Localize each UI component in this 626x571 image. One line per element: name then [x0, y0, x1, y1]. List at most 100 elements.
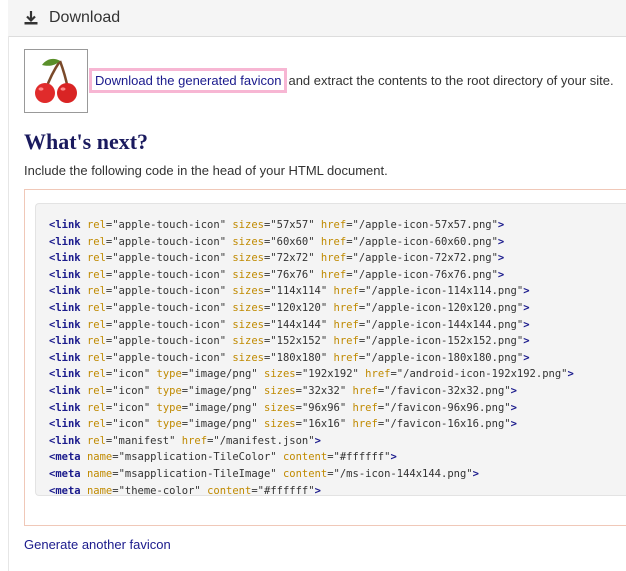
code-tag: <link — [49, 252, 81, 265]
code-attr-value: "apple-touch-icon" — [112, 252, 227, 265]
code-attr-value: "192x192" — [301, 368, 359, 381]
code-attr-value: "image/png" — [188, 418, 258, 431]
code-attr-value: "apple-touch-icon" — [112, 219, 227, 231]
cherry-icon — [35, 58, 77, 103]
code-attr-name: rel — [86, 335, 106, 348]
code-attr-value: "apple-touch-icon" — [112, 335, 227, 348]
code-line: <link rel="apple-touch-icon" sizes="60x6… — [49, 234, 626, 251]
code-line: <link rel="icon" type="image/png" sizes=… — [49, 400, 626, 417]
code-line: <link rel="icon" type="image/png" sizes=… — [49, 416, 626, 433]
code-attr-name: rel — [86, 318, 106, 331]
code-attr-value: "icon" — [112, 418, 151, 431]
code-line: <link rel="apple-touch-icon" sizes="72x7… — [49, 250, 626, 267]
code-attr-name: sizes — [264, 368, 296, 381]
code-tag-close: > — [390, 451, 397, 464]
code-attr-name: sizes — [264, 401, 296, 414]
code-attr-value: "/apple-icon-144x144.png" — [365, 318, 524, 331]
code-block[interactable]: <link rel="apple-touch-icon" sizes="57x5… — [35, 203, 626, 497]
code-tag: <link — [49, 268, 81, 281]
code-tag-close: > — [314, 484, 321, 497]
code-attr-name: rel — [86, 368, 106, 381]
code-attr-value: "120x120" — [270, 301, 328, 314]
code-tag: <meta — [49, 451, 81, 464]
code-attr-name: sizes — [232, 318, 264, 331]
code-line: <meta name="msapplication-TileColor" con… — [49, 449, 626, 466]
code-tag: <link — [49, 418, 81, 431]
code-tag: <link — [49, 235, 81, 248]
code-tag-close: > — [523, 285, 530, 298]
code-tag-close: > — [497, 252, 505, 265]
panel-left-border — [8, 36, 9, 571]
code-line: <link rel="apple-touch-icon" sizes="57x5… — [49, 217, 626, 234]
code-attr-value: "icon" — [112, 384, 151, 397]
code-attr-name: href — [320, 252, 347, 265]
code-attr-value: "/apple-icon-60x60.png" — [352, 235, 498, 248]
code-attr-value: "180x180" — [270, 351, 328, 364]
code-attr-value: "/ms-icon-144x144.png" — [333, 467, 473, 480]
code-attr-name: href — [352, 418, 378, 431]
code-attr-name: href — [333, 285, 359, 298]
code-attr-name: rel — [86, 235, 106, 248]
code-attr-name: sizes — [264, 418, 296, 431]
code-attr-value: "/apple-icon-72x72.png" — [352, 252, 498, 265]
code-attr-value: "/manifest.json" — [213, 434, 315, 447]
download-instructions: Download the generated favicon and extra… — [89, 67, 614, 93]
download-icon — [24, 11, 38, 25]
code-tag: <link — [49, 351, 81, 364]
download-favicon-link[interactable]: Download the generated favicon — [89, 67, 288, 93]
code-attr-name: href — [320, 268, 347, 281]
code-attr-name: rel — [86, 252, 106, 265]
code-attr-value: "/favicon-16x16.png" — [384, 418, 511, 431]
code-attr-name: href — [365, 368, 391, 381]
code-attr-value: "msapplication-TileImage" — [118, 467, 277, 480]
code-attr-name: sizes — [232, 351, 264, 364]
code-tag: <meta — [49, 467, 81, 480]
code-attr-name: rel — [86, 301, 106, 314]
code-attr-name: href — [320, 219, 347, 231]
code-attr-value: "96x96" — [301, 401, 347, 414]
code-attr-name: rel — [86, 401, 106, 414]
code-attr-name: rel — [86, 434, 106, 447]
code-line: <link rel="apple-touch-icon" sizes="144x… — [49, 317, 626, 334]
code-line: <meta name="msapplication-TileImage" con… — [49, 466, 626, 483]
code-attr-name: href — [320, 235, 347, 248]
code-tag-close: > — [497, 219, 505, 231]
code-attr-name: type — [156, 384, 182, 397]
code-attr-name: type — [156, 418, 182, 431]
code-tag-close: > — [523, 301, 530, 314]
code-attr-value: "72x72" — [270, 252, 315, 265]
code-attr-name: sizes — [232, 301, 264, 314]
code-attr-value: "/apple-icon-120x120.png" — [365, 301, 524, 314]
code-section: <link rel="apple-touch-icon" sizes="57x5… — [24, 189, 626, 526]
code-attr-name: rel — [86, 268, 106, 281]
download-panel-header: Download — [8, 0, 626, 37]
code-attr-value: "apple-touch-icon" — [112, 268, 227, 281]
code-attr-value: "/android-icon-192x192.png" — [396, 368, 568, 381]
whats-next-heading: What's next? — [24, 129, 149, 154]
code-tag: <meta — [49, 484, 81, 497]
code-attr-value: "image/png" — [188, 401, 258, 414]
code-attr-value: "#ffffff" — [257, 484, 315, 497]
code-tag-close: > — [523, 318, 530, 331]
code-attr-value: "/apple-icon-152x152.png" — [365, 335, 524, 348]
code-attr-value: "152x152" — [270, 335, 328, 348]
code-attr-name: sizes — [232, 235, 264, 248]
code-attr-name: content — [282, 467, 328, 480]
code-tag-close: > — [523, 335, 530, 348]
code-line: <link rel="manifest" href="/manifest.jso… — [49, 433, 626, 450]
code-attr-value: "#ffffff" — [333, 451, 391, 464]
code-attr-value: "apple-touch-icon" — [112, 235, 227, 248]
code-attr-name: href — [181, 434, 208, 447]
code-attr-value: "/apple-icon-180x180.png" — [365, 351, 524, 364]
code-attr-name: name — [86, 484, 113, 497]
generate-another-favicon-link[interactable]: Generate another favicon — [24, 537, 171, 552]
code-tag: <link — [49, 434, 81, 447]
code-tag-close: > — [510, 418, 517, 431]
code-attr-value: "57x57" — [270, 219, 315, 231]
code-tag-close: > — [314, 434, 321, 447]
code-attr-name: href — [333, 318, 359, 331]
code-tag: <link — [49, 368, 81, 381]
code-attr-value: "icon" — [112, 401, 151, 414]
code-line: <meta name="theme-color" content="#fffff… — [49, 483, 626, 500]
code-attr-value: "icon" — [112, 368, 151, 381]
